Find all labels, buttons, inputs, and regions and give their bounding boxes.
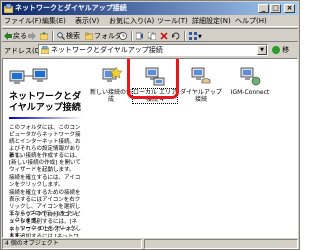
folders-label: フォルダ xyxy=(94,32,122,40)
menu-help[interactable]: ヘルプ(H) xyxy=(235,17,267,26)
folders-button[interactable]: フォルダ xyxy=(85,31,122,41)
menu-tools[interactable]: ツール(T) xyxy=(157,17,188,26)
address-input[interactable]: ネットワークとダイヤルアップ接続 ▼ xyxy=(38,44,268,56)
folder-up-icon xyxy=(40,32,48,40)
pane-components-text: ネットワーク コンポーネントを追加するには [ネットワーク コンポーネント] を… xyxy=(9,227,79,237)
undo-button[interactable] xyxy=(172,31,181,41)
search-button[interactable]: 検索 xyxy=(57,31,80,41)
address-value: ネットワークとダイヤルアップ接続 xyxy=(51,46,163,54)
status-panel xyxy=(144,239,298,249)
title-bar[interactable]: ネットワークとダイヤルアップ接続 _ □ × xyxy=(2,2,298,15)
pane-new-connection-text: 新しい接続を作成するには、[新しい接続の作成] を開いてウィザードを起動します。 xyxy=(9,153,81,173)
toolbar-separator xyxy=(52,31,54,41)
forward-arrow-icon xyxy=(28,32,36,40)
address-bar: アドレス(D) ネットワークとダイヤルアップ接続 ▼ 移動 xyxy=(2,43,298,66)
toolbar-separator xyxy=(184,31,186,41)
move-to-button[interactable] xyxy=(136,31,145,41)
go-button[interactable]: 移動 xyxy=(272,44,296,66)
menu-bar: ファイル(F) 編集(E) 表示(V) お気に入り(A) ツール(T) 詳細設定… xyxy=(2,16,298,27)
toolbar-separator xyxy=(131,31,133,41)
views-button[interactable]: ▼ xyxy=(189,31,202,41)
up-button[interactable] xyxy=(40,31,49,41)
web-view-pane: ネットワークとダイヤルアップ接続 このフォルダには、このコンピュータからネットワ… xyxy=(3,59,87,237)
vpn-connection-icon xyxy=(240,67,261,86)
views-dropdown-arrow: ▼ xyxy=(198,34,202,40)
menu-file[interactable]: ファイル(F) xyxy=(4,17,42,26)
annotation-highlight-box xyxy=(127,59,179,99)
copy-to-button[interactable] xyxy=(148,31,157,41)
menu-advanced[interactable]: 詳細設定(N) xyxy=(192,17,231,26)
search-icon xyxy=(57,32,65,40)
window-title: ネットワークとダイヤルアップ接続 xyxy=(15,4,127,12)
network-folder-icon xyxy=(4,4,13,13)
menu-view[interactable]: 表示(V) xyxy=(75,17,99,26)
delete-button[interactable] xyxy=(160,31,169,41)
dialup-connection-icon xyxy=(191,67,211,84)
minimize-button[interactable]: _ xyxy=(258,4,269,13)
forward-button[interactable] xyxy=(28,31,37,41)
icon-label: IGM-Connect xyxy=(230,89,270,96)
address-dropdown-button[interactable]: ▼ xyxy=(257,45,267,55)
pane-title: ネットワークとダイヤルアップ接続 xyxy=(9,92,82,113)
views-grid-icon xyxy=(189,32,197,40)
delete-icon xyxy=(160,32,168,40)
title-divider xyxy=(9,117,83,119)
maximize-button[interactable]: □ xyxy=(270,4,281,13)
back-arrow-icon xyxy=(4,32,12,40)
undo-icon xyxy=(172,32,180,40)
move-to-icon xyxy=(136,32,143,40)
new-connection-wizard-icon xyxy=(102,66,122,82)
status-bar: 4 個のオブジェクト xyxy=(2,239,298,249)
explorer-window: ネットワークとダイヤルアップ接続 _ □ × ファイル(F) 編集(E) 表示(… xyxy=(0,0,300,250)
dialup-connection-item[interactable]: ダイヤルアップ接続 xyxy=(179,65,223,103)
back-label: 戻る xyxy=(13,32,27,40)
status-object-count: 4 個のオブジェクト xyxy=(2,239,142,249)
network-connections-icon xyxy=(9,68,48,84)
copy-to-icon xyxy=(148,32,156,40)
history-button[interactable] xyxy=(119,31,128,41)
search-label: 検索 xyxy=(66,32,80,40)
go-arrow-icon xyxy=(272,46,280,54)
menu-favorites[interactable]: お気に入り(A) xyxy=(109,17,154,26)
network-folder-icon xyxy=(41,46,49,54)
icon-view: 新しい接続の作成 ローカル エリア接続 4 ダイヤルアップ接続 IGM-Conn… xyxy=(87,59,297,237)
back-button[interactable]: 戻る xyxy=(4,31,27,41)
close-button[interactable]: × xyxy=(284,4,295,13)
menu-edit[interactable]: 編集(E) xyxy=(42,17,66,26)
history-clock-icon xyxy=(119,32,127,40)
content-area: ネットワークとダイヤルアップ接続 このフォルダには、このコンピュータからネットワ… xyxy=(2,58,298,238)
pane-connect-text: 接続を確立するには、アイコンをクリックします。 xyxy=(9,175,81,188)
icon-label: ダイヤルアップ接続 xyxy=(180,89,222,103)
igm-connect-item[interactable]: IGM-Connect xyxy=(223,65,277,96)
toolbar: 戻る 検索 フォルダ ▼ xyxy=(2,28,298,42)
folder-icon xyxy=(85,32,93,40)
